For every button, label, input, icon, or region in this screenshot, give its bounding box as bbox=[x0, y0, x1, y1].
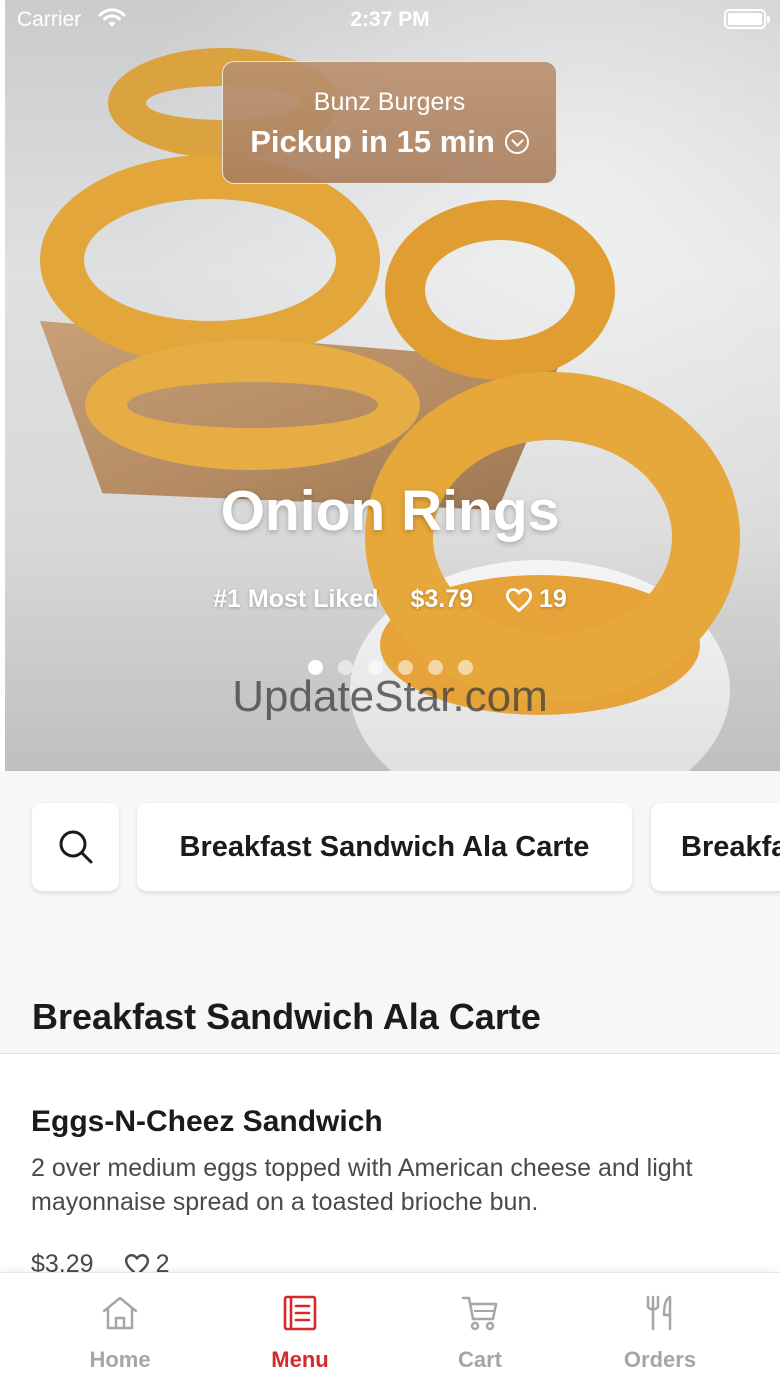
status-bar: Carrier 2:37 PM bbox=[0, 0, 780, 40]
item-name: Eggs-N-Cheez Sandwich bbox=[31, 1105, 383, 1138]
menu-icon bbox=[283, 1295, 317, 1331]
section-header: Breakfast Sandwich Ala Carte bbox=[0, 946, 780, 1054]
hero-price: $3.79 bbox=[410, 585, 474, 613]
hero-meta: #1 Most Liked $3.79 19 bbox=[0, 585, 780, 614]
tab-label: Cart bbox=[457, 1347, 502, 1372]
tab-cart[interactable]: Cart bbox=[390, 1273, 570, 1387]
menu-item[interactable]: Eggs-N-Cheez Sandwich 2 over medium eggs… bbox=[0, 1055, 780, 1285]
hero-title: Onion Rings bbox=[220, 479, 560, 543]
onion-ring-image bbox=[40, 155, 380, 365]
search-icon bbox=[59, 830, 92, 864]
onion-ring-image bbox=[385, 200, 615, 380]
category-chip[interactable]: Breakfast Sandwich Ala Carte bbox=[137, 803, 632, 891]
tab-label: Menu bbox=[271, 1347, 329, 1372]
tab-orders[interactable]: Orders bbox=[570, 1273, 750, 1387]
tab-menu[interactable]: Menu bbox=[210, 1273, 390, 1387]
hero-likes-count: 19 bbox=[539, 585, 567, 613]
home-icon bbox=[102, 1296, 138, 1330]
pickup-time-label: Pickup in 15 min bbox=[250, 124, 495, 159]
section-title: Breakfast Sandwich Ala Carte bbox=[32, 996, 541, 1037]
hero-likes[interactable]: 19 bbox=[505, 585, 567, 614]
tab-bar: Home Menu Cart Orders bbox=[0, 1272, 780, 1387]
category-chip[interactable]: Breakfa bbox=[651, 803, 780, 891]
hero-rank: #1 Most Liked bbox=[213, 585, 379, 613]
store-name: Bunz Burgers bbox=[313, 88, 466, 116]
chevron-down-icon bbox=[504, 130, 529, 154]
pickup-time: Pickup in 15 min bbox=[223, 124, 556, 160]
status-time: 2:37 PM bbox=[350, 8, 430, 31]
cart-icon bbox=[461, 1296, 498, 1331]
orders-icon bbox=[646, 1295, 672, 1331]
tab-label: Orders bbox=[623, 1347, 697, 1372]
search-button[interactable] bbox=[32, 803, 119, 891]
edge-strip bbox=[0, 0, 5, 771]
tab-label: Home bbox=[89, 1347, 151, 1372]
category-strip: Breakfast Sandwich Ala Carte Breakfa bbox=[0, 771, 780, 946]
watermark: UpdateStar.com bbox=[232, 672, 548, 721]
tab-home[interactable]: Home bbox=[30, 1273, 210, 1387]
onion-ring-image bbox=[85, 340, 420, 470]
item-description: 2 over medium eggs topped with American … bbox=[31, 1154, 693, 1216]
battery-icon bbox=[724, 9, 770, 29]
heart-icon bbox=[505, 587, 533, 612]
pickup-selector[interactable]: Bunz Burgers Pickup in 15 min bbox=[222, 61, 557, 184]
